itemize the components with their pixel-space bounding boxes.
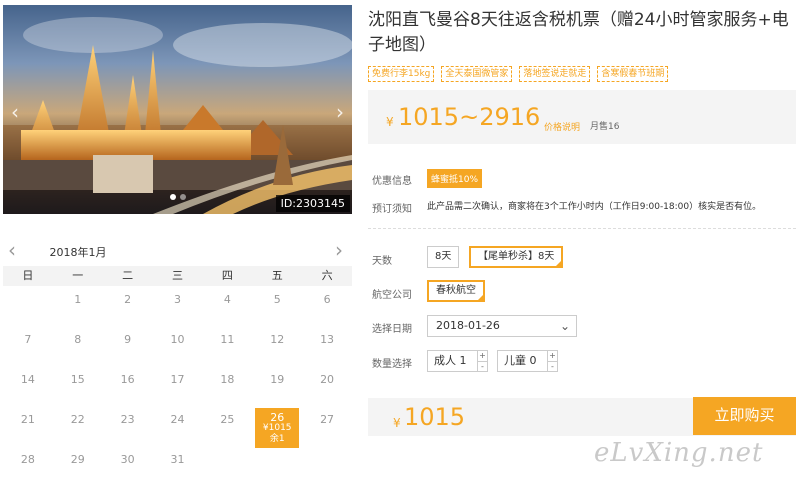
price-panel: ¥ 1015~2916 价格说明 月售16 [368, 90, 796, 144]
child-count: 儿童 0 [504, 354, 537, 367]
calendar-day[interactable]: 10 [153, 328, 203, 368]
weekday-label: 一 [72, 269, 84, 282]
carousel-dot[interactable] [179, 194, 186, 200]
calendar-day[interactable]: 31 [153, 448, 203, 488]
weekday-label: 日 [22, 269, 34, 282]
calendar-day[interactable]: 30 [103, 448, 153, 488]
calendar-day[interactable]: 5 [252, 288, 302, 328]
calendar-day[interactable]: 16 [103, 368, 153, 408]
price-currency: ¥ [386, 115, 394, 129]
calendar-day[interactable]: 14 [3, 368, 53, 408]
adult-stepper[interactable]: 成人 1 + - [427, 350, 488, 372]
date-select[interactable]: 2018-01-26 ⌄ [427, 315, 577, 337]
product-tag: 落地签说走就走 [519, 66, 591, 82]
monthly-sales: 月售16 [590, 122, 620, 132]
adult-count: 成人 1 [434, 354, 467, 367]
product-title: 沈阳直飞曼谷8天往返含税机票（赠24小时管家服务+电子地图） [368, 10, 789, 55]
quantity-label: 数量选择 [372, 359, 412, 370]
calendar-day[interactable]: 21 [3, 408, 53, 448]
price-range: 1015~2916 [398, 103, 541, 131]
date-label: 选择日期 [372, 324, 412, 335]
calendar-day[interactable]: 11 [202, 328, 252, 368]
calendar-day[interactable]: 13 [302, 328, 352, 368]
product-tag: 含寒假春节班期 [597, 66, 669, 82]
product-tag: 全天泰国微管家 [441, 66, 513, 82]
calendar-day[interactable]: 23 [103, 408, 153, 448]
carousel-dot-active[interactable] [169, 194, 176, 200]
booking-notice-label: 预订须知 [372, 204, 412, 215]
calendar-day-selected[interactable]: 26 ¥1015 余1 [255, 408, 300, 448]
selected-day-stock: 余1 [269, 434, 285, 444]
calendar-day[interactable]: 29 [53, 448, 103, 488]
calendar-day[interactable]: 27 [302, 408, 352, 448]
calendar-day[interactable]: 28 [3, 448, 53, 488]
adult-plus-button[interactable]: + [478, 351, 487, 361]
booking-notice-text: 此产品需二次确认，商家将在3个工作小时内（工作日9:00-18:00）核实是否有… [427, 202, 762, 212]
calendar-month-title: 2018年1月 [42, 244, 114, 268]
discount-badge: 蜂蜜抵10% [427, 169, 483, 188]
days-option-flash-sale[interactable]: 【尾单秒杀】8天 [469, 246, 564, 268]
child-minus-button[interactable]: - [548, 361, 557, 371]
watermark: eLvXing.net [594, 438, 764, 468]
weekday-label: 四 [221, 269, 233, 282]
buy-now-button[interactable]: 立即购买 [693, 397, 796, 435]
calendar-day[interactable]: 20 [302, 368, 352, 408]
calendar-day[interactable]: 3 [153, 288, 203, 328]
temple-photo-illustration [3, 17, 352, 214]
calendar-prev-month-icon[interactable]: ‹ [8, 240, 16, 260]
days-label: 天数 [372, 256, 392, 267]
calendar-day[interactable]: 2 [103, 288, 153, 328]
calendar-empty-cell [3, 288, 53, 328]
weekday-label: 五 [271, 269, 283, 282]
selected-day-price: ¥1015 [262, 423, 292, 433]
weekday-label: 二 [122, 269, 134, 282]
calendar-next-month-icon[interactable]: › [335, 240, 343, 260]
calendar-day[interactable]: 6 [302, 288, 352, 328]
calendar-grid: 1 2 3 4 5 6 7 8 9 10 11 12 13 14 15 16 1… [3, 288, 352, 488]
total-currency: ¥ [393, 416, 401, 430]
calendar-day[interactable]: 17 [153, 368, 203, 408]
discount-label: 优惠信息 [372, 176, 412, 187]
price-explain-link[interactable]: 价格说明 [544, 120, 580, 133]
calendar-weekday-header: 日 一 二 三 四 五 六 [3, 266, 352, 286]
chevron-right-icon[interactable]: › [332, 101, 348, 123]
calendar-day[interactable]: 25 [202, 408, 252, 448]
airline-label: 航空公司 [372, 290, 412, 301]
days-option-8[interactable]: 8天 [427, 246, 460, 268]
chevron-down-icon: ⌄ [559, 319, 570, 333]
calendar-day[interactable]: 12 [252, 328, 302, 368]
calendar-day[interactable]: 1 [53, 288, 103, 328]
calendar-day[interactable]: 22 [53, 408, 103, 448]
divider [368, 228, 796, 229]
total-price: 1015 [404, 403, 466, 431]
airline-option[interactable]: 春秋航空 [427, 280, 485, 302]
calendar-day[interactable]: 4 [202, 288, 252, 328]
chevron-left-icon[interactable]: ‹ [7, 101, 23, 123]
calendar-day[interactable]: 19 [252, 368, 302, 408]
image-id-label: ID:2303145 [275, 195, 350, 212]
product-tags: 免费行李15kg 全天泰国微管家 落地签说走就走 含寒假春节班期 [368, 66, 669, 82]
weekday-label: 三 [171, 269, 183, 282]
weekday-label: 六 [321, 269, 333, 282]
calendar-day[interactable]: 7 [3, 328, 53, 368]
child-stepper[interactable]: 儿童 0 + - [497, 350, 558, 372]
calendar-day[interactable]: 24 [153, 408, 203, 448]
product-photo[interactable]: ‹ › ID:2303145 [3, 5, 352, 214]
product-tag: 免费行李15kg [368, 66, 435, 82]
calendar-day[interactable]: 15 [53, 368, 103, 408]
date-value: 2018-01-26 [436, 319, 500, 332]
calendar-day[interactable]: 18 [202, 368, 252, 408]
calendar-day[interactable]: 8 [53, 328, 103, 368]
adult-minus-button[interactable]: - [478, 361, 487, 371]
child-plus-button[interactable]: + [548, 351, 557, 361]
calendar-day[interactable]: 9 [103, 328, 153, 368]
